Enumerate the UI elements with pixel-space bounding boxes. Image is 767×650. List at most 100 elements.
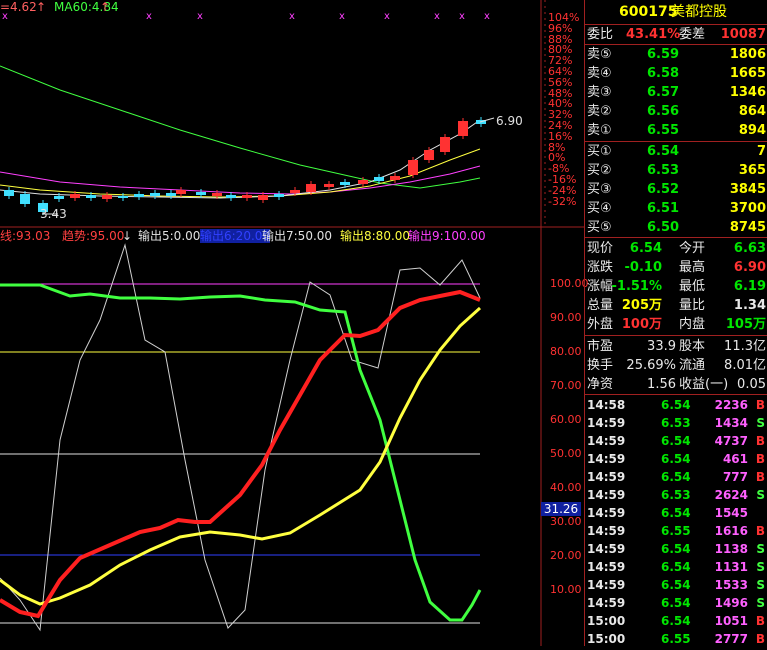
- fundamental-value: 25.69%: [626, 358, 676, 373]
- candle-body: [134, 194, 144, 197]
- buy-level-label: 买④: [587, 201, 612, 216]
- tick-row[interactable]: 14:59 6.54 1496 S: [585, 594, 767, 612]
- candle-body: [54, 196, 64, 199]
- tick-price: 6.55: [661, 632, 691, 646]
- tick-volume: 1131: [714, 560, 748, 574]
- weicha-label: 委差: [679, 27, 706, 42]
- buy-level-row[interactable]: 买⑤ 6.50 8745: [585, 218, 767, 237]
- high-price-label: 6.90: [496, 114, 523, 128]
- stat-label: 最高: [679, 260, 706, 275]
- indicator-axis-label: 80.00: [550, 345, 582, 358]
- stat-label: 现价: [587, 241, 614, 256]
- fundamental-label: 收益(一): [679, 377, 729, 392]
- tick-side: B: [755, 524, 765, 538]
- sell-level-row[interactable]: 卖② 6.56 864: [585, 102, 767, 121]
- tick-row[interactable]: 14:59 6.54 461 B: [585, 450, 767, 468]
- buy-level-label: 买③: [587, 182, 612, 197]
- fundamental-row: 市盈 33.9 股本 11.3亿: [585, 337, 767, 356]
- buy-level-row[interactable]: 买① 6.54 7: [585, 142, 767, 161]
- signal-mark: x: [459, 11, 465, 22]
- tick-price: 6.54: [661, 506, 691, 520]
- price-axis-label: -32%: [548, 194, 577, 208]
- tick-price: 6.54: [661, 470, 691, 484]
- tick-row[interactable]: 14:59 6.54 1533 S: [585, 576, 767, 594]
- tick-time: 14:58: [587, 398, 626, 412]
- stat-value: 205万: [621, 298, 662, 313]
- stat-value: -0.10: [624, 260, 662, 275]
- buy-level-volume: 3700: [729, 201, 766, 216]
- sell-level-row[interactable]: 卖① 6.55 894: [585, 121, 767, 140]
- buy-level-price: 6.51: [647, 201, 680, 216]
- tick-side: S: [756, 560, 765, 574]
- tick-volume: 1616: [714, 524, 748, 538]
- sell-level-volume: 894: [738, 123, 766, 138]
- tick-time: 14:59: [587, 542, 626, 556]
- tick-row[interactable]: 14:59 6.54 1545: [585, 504, 767, 522]
- candle-body: [324, 184, 334, 187]
- indicator-legend-item: 输出6:20.00: [200, 229, 271, 243]
- sell-level-row[interactable]: 卖④ 6.58 1665: [585, 64, 767, 83]
- tick-row[interactable]: 14:59 6.54 1131 S: [585, 558, 767, 576]
- candle-body: [374, 177, 384, 181]
- tick-row[interactable]: 14:59 6.54 1138 S: [585, 540, 767, 558]
- stock-code: 600175: [619, 4, 678, 20]
- tick-row[interactable]: 14:59 6.55 1616 B: [585, 522, 767, 540]
- tick-row[interactable]: 14:59 6.54 4737 B: [585, 432, 767, 450]
- buy-level-row[interactable]: 买② 6.53 365: [585, 161, 767, 180]
- stock-header: 600175 美都控股: [585, 1, 767, 23]
- tick-price: 6.54: [661, 578, 691, 592]
- stat-label: 外盘: [587, 317, 614, 332]
- tick-time: 15:00: [587, 632, 626, 646]
- sell-level-row[interactable]: 卖⑤ 6.59 1806: [585, 45, 767, 64]
- legend-down-arrow: ↓: [122, 229, 133, 243]
- stat-label: 内盘: [679, 317, 706, 332]
- stat-label: 今开: [679, 241, 706, 256]
- stat-row: 总量 205万 量比 1.34: [585, 296, 767, 315]
- tick-volume: 2236: [714, 398, 748, 412]
- tick-row[interactable]: 14:59 6.53 1434 S: [585, 414, 767, 432]
- sell-level-volume: 1665: [729, 66, 766, 81]
- tick-row[interactable]: 14:59 6.54 777 B: [585, 468, 767, 486]
- ma60-arrow: ↑: [100, 0, 111, 14]
- stock-name: 美都控股: [671, 4, 727, 20]
- fundamental-value: 1.56: [647, 377, 676, 392]
- stat-value: 6.54: [629, 241, 662, 256]
- tick-volume: 1496: [714, 596, 748, 610]
- tick-row[interactable]: 15:00 6.54 1051 B: [585, 612, 767, 630]
- chart-canvas[interactable]: xxxxxxxxx: [0, 0, 584, 646]
- candle-body: [458, 121, 468, 136]
- tick-side: B: [755, 470, 765, 484]
- tick-row[interactable]: 14:59 6.53 2624 S: [585, 486, 767, 504]
- fundamental-value: 33.9: [647, 339, 676, 354]
- tick-row[interactable]: 14:58 6.54 2236 B: [585, 396, 767, 414]
- candle-body: [70, 194, 80, 198]
- tick-side: S: [756, 596, 765, 610]
- weicha-value: 10087: [720, 27, 766, 42]
- buy-level-row[interactable]: 买③ 6.52 3845: [585, 180, 767, 199]
- fundamental-label: 市盈: [587, 339, 614, 354]
- stat-label: 总量: [587, 298, 614, 313]
- tick-row[interactable]: 15:00 6.55 2777 B: [585, 630, 767, 648]
- indicator-legend-item: 输出7:50.00: [262, 229, 333, 243]
- indicator-axis-label: 100.00: [550, 277, 589, 290]
- divider: [585, 141, 767, 142]
- candle-body: [242, 195, 252, 198]
- stat-value: 105万: [725, 317, 766, 332]
- candle-body: [20, 194, 30, 204]
- kline-chart-area[interactable]: xxxxxxxxx =4.62 ↑ MA60:4.84 ↑ 6.90 3.43 …: [0, 0, 589, 646]
- tick-volume: 1138: [714, 542, 748, 556]
- candle-body: [340, 182, 350, 185]
- weibi-value: 43.41%: [626, 27, 681, 42]
- buy-level-label: 买②: [587, 163, 612, 178]
- sell-level-label: 卖⑤: [587, 47, 612, 62]
- ma-short-legend: =4.62: [0, 0, 37, 14]
- candle-body: [150, 193, 160, 196]
- tick-price: 6.54: [661, 542, 691, 556]
- fundamental-value: 0.05: [737, 377, 766, 392]
- sell-level-row[interactable]: 卖③ 6.57 1346: [585, 83, 767, 102]
- ma-short-arrow: ↑: [36, 0, 47, 14]
- buy-level-row[interactable]: 买④ 6.51 3700: [585, 199, 767, 218]
- tick-time: 14:59: [587, 524, 626, 538]
- indicator-axis-label: 70.00: [550, 379, 582, 392]
- tick-price: 6.53: [661, 488, 691, 502]
